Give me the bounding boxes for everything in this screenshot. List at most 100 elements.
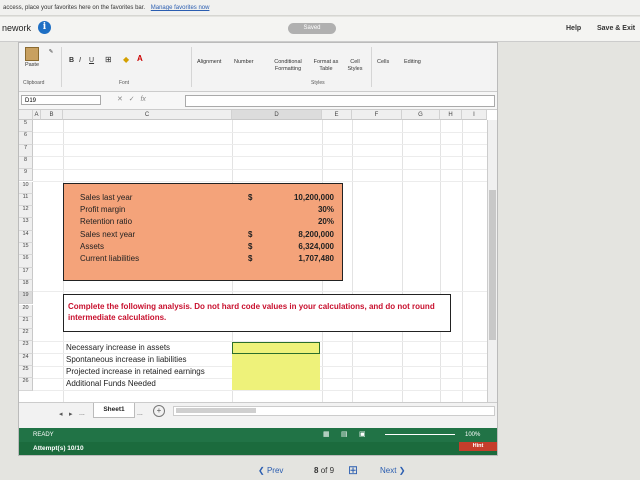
input-value[interactable]: 6,324,000 — [264, 242, 334, 251]
paste-button[interactable]: Paste — [21, 47, 43, 69]
manage-favorites-link[interactable]: Manage favorites now — [151, 5, 210, 11]
current-page: 8 — [314, 466, 319, 475]
format-as-table-button[interactable]: Format as Table — [311, 59, 341, 73]
page-layout-icon[interactable]: ▤ — [341, 428, 348, 442]
column-header[interactable]: H — [440, 110, 462, 120]
row-header[interactable]: 5 — [19, 120, 33, 133]
number-button[interactable]: Number — [234, 59, 254, 66]
favorites-bar: access, place your favorites here on the… — [0, 0, 640, 16]
font-color-icon[interactable]: A — [137, 55, 143, 63]
tab-sheet1[interactable]: Sheet1 — [93, 403, 135, 418]
answer-cell-increase-retained-earnings[interactable] — [232, 366, 320, 378]
row-header[interactable]: 7 — [19, 144, 33, 157]
row-header[interactable]: 11 — [19, 193, 33, 207]
input-value[interactable]: 1,707,480 — [264, 254, 334, 263]
formula-input[interactable] — [185, 95, 495, 107]
fill-color-icon[interactable]: ◆ — [123, 56, 129, 64]
prev-button[interactable]: ❮ Prev — [258, 466, 283, 475]
grid-line — [33, 156, 487, 157]
row-header[interactable]: 10 — [19, 181, 33, 194]
row-header[interactable]: 17 — [19, 267, 33, 280]
column-header[interactable]: B — [41, 110, 63, 120]
horizontal-scrollbar[interactable] — [173, 406, 495, 416]
row-header[interactable]: 16 — [19, 255, 33, 268]
select-all-corner[interactable] — [19, 110, 33, 120]
row-header[interactable]: 19 — [19, 292, 33, 305]
save-exit-button[interactable]: Save & Exit — [597, 25, 635, 32]
row-header[interactable]: 26 — [19, 378, 33, 391]
tab-next-icon[interactable]: ▸ — [69, 410, 73, 418]
attempts-bar: Attempt(s) 10/10 Hint — [19, 442, 497, 455]
row-header[interactable]: 13 — [19, 218, 33, 231]
bold-button[interactable]: B — [69, 57, 74, 64]
horizontal-scroll-thumb[interactable] — [176, 408, 256, 413]
function-icon[interactable]: fx — [140, 96, 145, 103]
analysis-label: Necessary increase in assets — [66, 343, 171, 352]
currency-symbol: $ — [248, 230, 253, 239]
grid-view-icon[interactable]: ⊞ — [348, 463, 358, 477]
row-header[interactable]: 20 — [19, 304, 33, 317]
column-header[interactable]: D — [232, 110, 322, 120]
instruction-text: Complete the following analysis. Do not … — [68, 302, 435, 322]
column-header[interactable]: G — [402, 110, 440, 120]
answer-cell-necessary-increase-assets[interactable] — [232, 342, 320, 354]
column-header[interactable]: E — [322, 110, 352, 120]
tab-prev-icon[interactable]: ◂ — [59, 410, 63, 418]
cancel-icon[interactable]: ✕ — [117, 96, 123, 103]
column-header[interactable]: C — [63, 110, 232, 120]
input-label: Current liabilities — [80, 254, 140, 263]
alignment-button[interactable]: Alignment — [197, 59, 221, 66]
grid-line — [33, 390, 487, 391]
input-value[interactable]: 8,200,000 — [264, 230, 334, 239]
row-header[interactable]: 24 — [19, 353, 33, 366]
next-button[interactable]: Next ❯ — [380, 466, 405, 475]
row-header[interactable]: 25 — [19, 366, 33, 379]
row-header[interactable]: 23 — [19, 341, 33, 354]
tab-ellipsis-left[interactable]: ... — [79, 410, 85, 417]
vertical-scrollbar[interactable] — [487, 120, 497, 402]
row-header[interactable]: 15 — [19, 243, 33, 256]
column-header[interactable]: I — [462, 110, 487, 120]
zoom-level: 100% — [465, 432, 481, 438]
cell-styles-button[interactable]: Cell Styles — [344, 59, 366, 73]
tab-ellipsis-right[interactable]: ... — [137, 410, 143, 417]
name-box[interactable]: D19 — [21, 95, 101, 105]
row-header[interactable]: 6 — [19, 132, 33, 145]
answer-cell-additional-funds-needed[interactable] — [232, 378, 320, 390]
row-header[interactable]: 22 — [19, 329, 33, 342]
answer-cell-spontaneous-increase-liabilities[interactable] — [232, 354, 320, 366]
format-painter-icon[interactable]: ✎ — [45, 49, 57, 56]
underline-button[interactable]: U — [89, 57, 94, 64]
page-break-icon[interactable]: ▣ — [359, 428, 366, 442]
input-value[interactable]: 10,200,000 — [264, 193, 334, 202]
hint-button[interactable]: Hint — [459, 442, 497, 451]
editing-button[interactable]: Editing — [404, 59, 421, 66]
cells-button[interactable]: Cells — [377, 59, 389, 66]
row-header[interactable]: 18 — [19, 279, 33, 293]
help-button[interactable]: Help — [566, 25, 581, 32]
input-label: Sales next year — [80, 230, 136, 239]
row-header[interactable]: 21 — [19, 316, 33, 330]
zoom-slider[interactable] — [385, 434, 455, 435]
row-header[interactable]: 14 — [19, 230, 33, 243]
borders-icon[interactable]: ⊞ — [105, 56, 112, 64]
column-header[interactable]: F — [352, 110, 402, 120]
row-header[interactable]: 12 — [19, 206, 33, 219]
input-value[interactable]: 30% — [264, 205, 334, 214]
add-sheet-button[interactable]: + — [153, 405, 165, 417]
status-bar: READY ▦ ▤ ▣ 100% — [19, 428, 497, 442]
input-value[interactable]: 20% — [264, 217, 334, 226]
grid-line — [402, 120, 403, 402]
sheet-grid[interactable]: A B C D E F G H I 5 6 7 8 9 10 11 12 13 … — [19, 110, 497, 402]
clipboard-group-label: Clipboard — [23, 80, 45, 86]
conditional-formatting-button[interactable]: Conditional Formatting — [268, 59, 308, 73]
italic-button[interactable]: I — [79, 57, 81, 64]
info-icon[interactable]: i — [38, 21, 51, 34]
row-header[interactable]: 8 — [19, 156, 33, 170]
normal-view-icon[interactable]: ▦ — [323, 428, 330, 442]
enter-icon[interactable]: ✓ — [129, 96, 135, 103]
currency-symbol: $ — [248, 242, 253, 251]
vertical-scroll-thumb[interactable] — [489, 190, 496, 340]
column-header[interactable]: A — [33, 110, 41, 120]
row-header[interactable]: 9 — [19, 169, 33, 182]
